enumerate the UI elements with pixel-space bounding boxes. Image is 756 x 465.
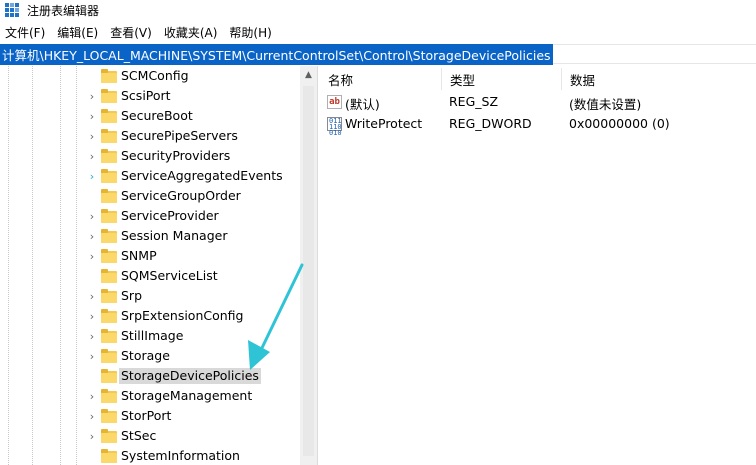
column-header-data[interactable]: 数据	[562, 68, 756, 90]
title-bar: 注册表编辑器	[0, 0, 756, 20]
expand-chevron-icon[interactable]: ›	[87, 106, 97, 126]
folder-icon	[101, 189, 117, 203]
expand-chevron-icon[interactable]: ›	[87, 326, 97, 346]
folder-icon	[101, 409, 117, 423]
column-header-name[interactable]: 名称	[320, 68, 442, 90]
folder-icon	[101, 129, 117, 143]
value-row-writeprotect[interactable]: 011 110 010 WriteProtect REG_DWORD 0x00000…	[320, 114, 756, 137]
folder-icon	[101, 89, 117, 103]
tree-item-label: SQMServiceList	[121, 268, 218, 283]
tree-item-label: StillImage	[121, 328, 184, 343]
tree-item-label: Storage	[121, 348, 170, 363]
folder-icon	[101, 109, 117, 123]
folder-icon	[101, 429, 117, 443]
tree-item-label: Srp	[121, 288, 143, 303]
menu-edit[interactable]: 编辑(E)	[51, 24, 104, 41]
tree-item-label: SrpExtensionConfig	[121, 308, 244, 323]
folder-icon	[101, 389, 117, 403]
folder-icon	[101, 229, 117, 243]
window-title: 注册表编辑器	[27, 3, 100, 18]
tree-item-storport[interactable]: › StorPort	[0, 406, 300, 426]
expand-chevron-icon[interactable]: ›	[87, 306, 97, 326]
tree-item-label: ScsiPort	[121, 88, 171, 103]
folder-icon	[101, 309, 117, 323]
tree-item-label: ServiceProvider	[121, 208, 219, 223]
value-type: REG_SZ	[449, 94, 499, 109]
folder-icon	[101, 169, 117, 183]
expand-chevron-icon[interactable]: ›	[87, 226, 97, 246]
expand-chevron-icon[interactable]: ›	[87, 166, 97, 186]
menu-favorites[interactable]: 收藏夹(A)	[158, 24, 224, 41]
folder-icon	[101, 209, 117, 223]
value-data: (数值未设置)	[569, 97, 642, 112]
tree-item-securityproviders[interactable]: › SecurityProviders	[0, 146, 300, 166]
tree-item-label: SystemInformation	[121, 448, 240, 463]
tree-item-serviceprovider[interactable]: › ServiceProvider	[0, 206, 300, 226]
annotation-arrow-icon	[248, 263, 304, 370]
tree-item-scmconfig[interactable]: SCMConfig	[0, 66, 300, 86]
tree-item-scsiport[interactable]: › ScsiPort	[0, 86, 300, 106]
tree-item-session-manager[interactable]: › Session Manager	[0, 226, 300, 246]
tree-item-label: SNMP	[121, 248, 157, 263]
tree-item-label: ServiceAggregatedEvents	[121, 168, 283, 183]
column-header-type[interactable]: 类型	[442, 68, 562, 90]
menu-bar: 文件(F) 编辑(E) 查看(V) 收藏夹(A) 帮助(H)	[0, 22, 756, 42]
menu-help[interactable]: 帮助(H)	[223, 24, 277, 41]
tree-item-servicegrouporder[interactable]: ServiceGroupOrder	[0, 186, 300, 206]
address-path[interactable]: 计算机\HKEY_LOCAL_MACHINE\SYSTEM\CurrentCon…	[0, 43, 553, 65]
registry-editor-icon	[5, 3, 19, 17]
folder-icon	[101, 149, 117, 163]
string-value-icon: ab	[327, 95, 342, 109]
expand-chevron-icon[interactable]: ›	[87, 426, 97, 446]
tree-item-label: SecurePipeServers	[121, 128, 238, 143]
menu-view[interactable]: 查看(V)	[104, 24, 158, 41]
expand-chevron-icon[interactable]: ›	[87, 246, 97, 266]
tree-item-label: Session Manager	[121, 228, 228, 243]
tree-item-serviceaggregatedevents[interactable]: › ServiceAggregatedEvents	[0, 166, 300, 186]
tree-item-securepipeservers[interactable]: › SecurePipeServers	[0, 126, 300, 146]
address-bar[interactable]: 计算机\HKEY_LOCAL_MACHINE\SYSTEM\CurrentCon…	[0, 43, 756, 65]
tree-item-label: SCMConfig	[121, 68, 189, 83]
expand-chevron-icon[interactable]: ›	[87, 126, 97, 146]
folder-icon	[101, 369, 117, 383]
dword-value-icon: 011 110 010	[327, 117, 342, 137]
expand-chevron-icon[interactable]: ›	[87, 86, 97, 106]
tree-item-label: StSec	[121, 428, 157, 443]
scroll-up-arrow-icon[interactable]: ▲	[300, 66, 317, 83]
tree-item-stsec[interactable]: › StSec	[0, 426, 300, 446]
tree-item-label: SecurityProviders	[121, 148, 231, 163]
folder-icon	[101, 349, 117, 363]
tree-item-label: StorPort	[121, 408, 172, 423]
tree-item-secureboot[interactable]: › SecureBoot	[0, 106, 300, 126]
folder-icon	[101, 449, 117, 463]
tree-item-systeminformation[interactable]: SystemInformation	[0, 446, 300, 465]
tree-item-label: ServiceGroupOrder	[121, 188, 241, 203]
expand-chevron-icon[interactable]: ›	[87, 346, 97, 366]
tree-item-storagemanagement[interactable]: › StorageManagement	[0, 386, 300, 406]
expand-chevron-icon[interactable]: ›	[87, 406, 97, 426]
value-row-default[interactable]: ab (默认) REG_SZ (数值未设置)	[320, 92, 756, 112]
folder-icon	[101, 289, 117, 303]
folder-icon	[101, 69, 117, 83]
value-type: REG_DWORD	[449, 116, 532, 131]
values-list: 名称 类型 数据 ab (默认) REG_SZ (数值未设置) 011 110 01…	[320, 66, 756, 465]
tree-item-label: SecureBoot	[121, 108, 193, 123]
expand-chevron-icon[interactable]: ›	[87, 206, 97, 226]
expand-chevron-icon[interactable]: ›	[87, 386, 97, 406]
menu-file[interactable]: 文件(F)	[0, 24, 51, 41]
expand-chevron-icon[interactable]: ›	[87, 286, 97, 306]
value-name: (默认)	[345, 97, 380, 112]
folder-icon	[101, 249, 117, 263]
expand-chevron-icon[interactable]: ›	[87, 146, 97, 166]
tree-item-label: StorageManagement	[121, 388, 253, 403]
value-data: 0x00000000 (0)	[569, 116, 670, 131]
value-name: WriteProtect	[345, 116, 423, 131]
folder-icon	[101, 329, 117, 343]
folder-icon	[101, 269, 117, 283]
